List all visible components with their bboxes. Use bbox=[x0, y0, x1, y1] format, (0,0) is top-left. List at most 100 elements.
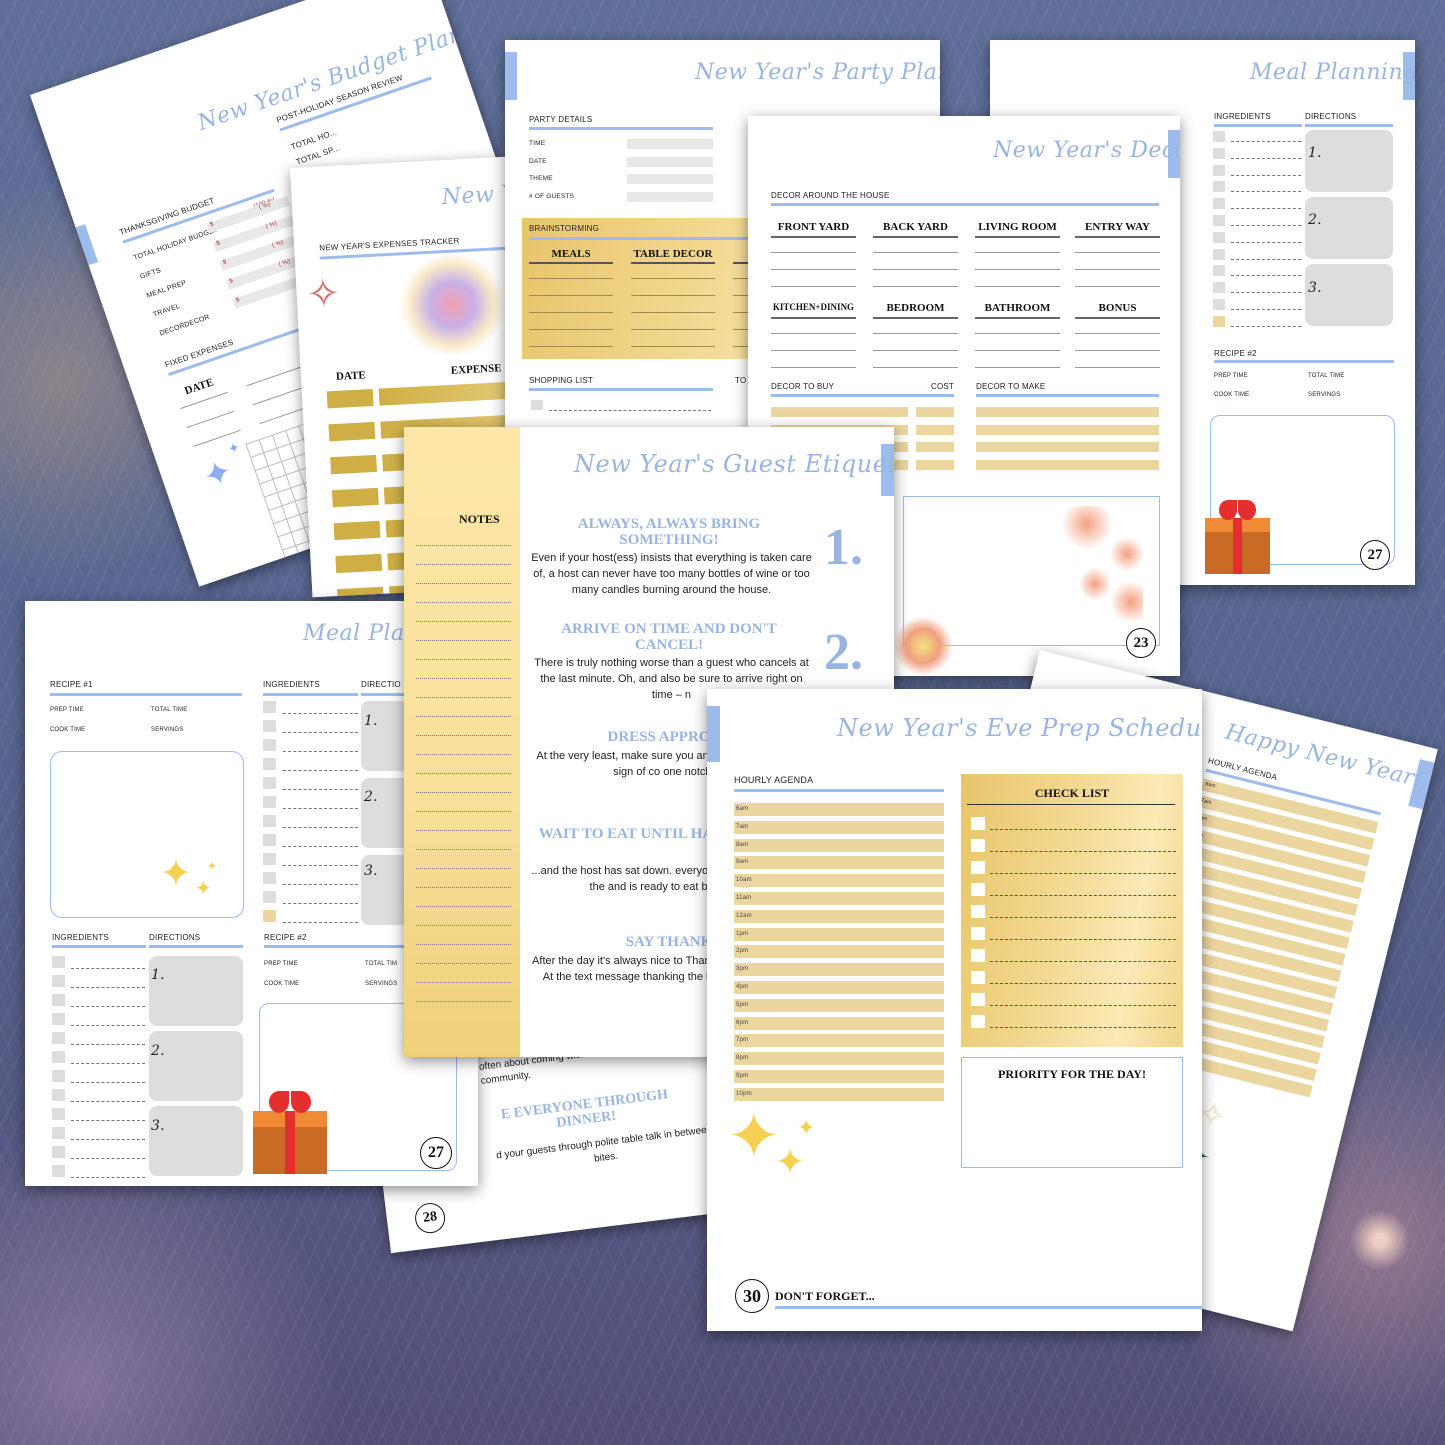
ingredient-checkbox[interactable] bbox=[263, 891, 276, 903]
hour-row[interactable]: 11am bbox=[734, 892, 944, 905]
ingredient-checkbox[interactable] bbox=[1213, 198, 1225, 210]
gift-icon bbox=[1205, 500, 1270, 575]
sparkle-icon: ✦ bbox=[160, 853, 192, 895]
checkbox[interactable] bbox=[971, 927, 985, 940]
ingredient-checkbox[interactable] bbox=[52, 956, 65, 968]
hour-label: 10pm bbox=[736, 1090, 752, 1097]
ingredient-checkbox[interactable] bbox=[52, 1108, 65, 1120]
date-cell bbox=[335, 553, 383, 574]
hour-row[interactable]: 7am bbox=[734, 820, 944, 834]
ingredient-checkbox[interactable] bbox=[263, 796, 276, 808]
ingredient-checkbox[interactable] bbox=[1213, 315, 1225, 327]
ingredient-checkbox[interactable] bbox=[1213, 164, 1225, 176]
party-field-input[interactable] bbox=[627, 156, 713, 167]
hour-label: 2pm bbox=[736, 948, 749, 955]
ingredient-checkbox[interactable] bbox=[263, 872, 276, 884]
checkbox[interactable] bbox=[971, 839, 985, 852]
sparkle-icon: ✦ bbox=[727, 1100, 781, 1172]
hour-row[interactable]: 2pm bbox=[734, 945, 944, 959]
checkbox[interactable] bbox=[971, 1015, 985, 1028]
hour-label: 4pm bbox=[736, 984, 749, 990]
prep-schedule-page: New Year's Eve Prep Schedule HOURLY AGEN… bbox=[707, 689, 1202, 1331]
hour-row[interactable]: 5pm bbox=[734, 998, 944, 1012]
sparkle-icon: ✦ bbox=[225, 438, 243, 458]
ingredient-checkbox[interactable] bbox=[52, 1013, 65, 1025]
hour-row[interactable]: 9pm bbox=[734, 1070, 944, 1083]
etiquette-heading: ARRIVE ON TIME AND DON'T CANCEL! bbox=[561, 621, 777, 653]
ingredient-checkbox[interactable] bbox=[263, 701, 276, 713]
ingredient-checkbox[interactable] bbox=[1213, 181, 1225, 193]
checkbox[interactable] bbox=[971, 971, 985, 984]
ingredient-checkbox[interactable] bbox=[52, 1089, 65, 1101]
room-heading: BACK YARD bbox=[883, 221, 948, 233]
decor-make-field bbox=[976, 442, 1159, 452]
party-field-input[interactable] bbox=[627, 139, 713, 149]
ingredient-checkbox[interactable] bbox=[52, 1070, 65, 1082]
hour-row[interactable]: 6am bbox=[734, 803, 944, 816]
page-title: Meal Planning bbox=[1250, 60, 1415, 85]
ingredient-checkbox[interactable] bbox=[1213, 248, 1225, 260]
hour-row[interactable]: 10am bbox=[734, 874, 944, 888]
checkbox[interactable] bbox=[971, 993, 985, 1006]
ingredient-checkbox[interactable] bbox=[52, 1165, 65, 1177]
ingredient-checkbox[interactable] bbox=[1213, 299, 1225, 310]
photo-frame bbox=[50, 751, 244, 918]
checkbox[interactable] bbox=[971, 905, 985, 918]
ingredient-checkbox[interactable] bbox=[263, 815, 276, 827]
ingredient-checkbox[interactable] bbox=[263, 758, 276, 770]
ingredient-checkbox[interactable] bbox=[1213, 282, 1225, 294]
hour-row[interactable]: 4pm bbox=[734, 981, 944, 994]
budget-row-label: GIFTS bbox=[139, 267, 163, 281]
room-heading: BEDROOM bbox=[886, 302, 945, 314]
ingredient-checkbox[interactable] bbox=[1213, 265, 1225, 277]
ingredient-checkbox[interactable] bbox=[263, 739, 276, 751]
ingredient-checkbox[interactable] bbox=[1213, 131, 1225, 142]
room-heading: BATHROOM bbox=[984, 302, 1051, 314]
sparkle-icon: ✧ bbox=[305, 271, 342, 318]
page-tab bbox=[75, 224, 99, 266]
budget-row-label: MEAL PREP bbox=[145, 279, 188, 300]
ingredient-checkbox[interactable] bbox=[52, 1032, 65, 1044]
ingredient-checkbox[interactable] bbox=[52, 994, 65, 1006]
hour-row[interactable]: 8am bbox=[734, 838, 944, 852]
hour-row[interactable]: 6pm bbox=[734, 1016, 944, 1030]
gift-icon bbox=[253, 1091, 327, 1176]
hour-row[interactable]: 1pm bbox=[734, 927, 944, 941]
page-title: New Year's Guest Etiquette bbox=[574, 450, 894, 478]
ingredient-checkbox[interactable] bbox=[263, 910, 276, 922]
hour-label: 9pm bbox=[736, 1073, 749, 1079]
hour-row[interactable]: 7pm bbox=[734, 1034, 944, 1048]
ingredient-checkbox[interactable] bbox=[52, 1127, 65, 1139]
ingredient-checkbox[interactable] bbox=[52, 1051, 65, 1063]
party-field-input[interactable] bbox=[627, 191, 713, 202]
decor-cost-field bbox=[916, 459, 954, 470]
hour-label: 8pm bbox=[736, 1055, 749, 1062]
ingredient-checkbox[interactable] bbox=[1213, 215, 1225, 226]
checkbox[interactable] bbox=[971, 949, 985, 962]
hour-row[interactable]: 8pm bbox=[734, 1052, 944, 1066]
sparkle-icon: ✦ bbox=[195, 878, 212, 900]
ingredient-checkbox[interactable] bbox=[263, 720, 276, 732]
field-label: DATE bbox=[529, 157, 547, 165]
ingredient-checkbox[interactable] bbox=[1213, 147, 1225, 159]
ingredient-checkbox[interactable] bbox=[52, 975, 65, 987]
etiquette-text: Even if your host(ess) insists that ever… bbox=[531, 552, 812, 596]
ingredient-checkbox[interactable] bbox=[52, 1146, 65, 1158]
hour-label: 7am bbox=[736, 823, 749, 830]
hour-row[interactable]: 12am bbox=[734, 909, 944, 923]
ingredient-checkbox[interactable] bbox=[1213, 231, 1225, 243]
hour-row[interactable]: 3pm bbox=[734, 963, 944, 977]
hour-row[interactable]: 10pm bbox=[734, 1087, 944, 1101]
budget-row-label: DECORDECOR bbox=[158, 313, 211, 338]
hour-label: 6pm bbox=[736, 1019, 749, 1026]
party-field-input[interactable] bbox=[627, 174, 713, 184]
ingredient-checkbox[interactable] bbox=[263, 777, 276, 789]
ingredient-checkbox[interactable] bbox=[263, 853, 276, 865]
decor-make-field bbox=[976, 459, 1159, 470]
checkbox[interactable] bbox=[971, 861, 985, 874]
checkbox[interactable] bbox=[971, 883, 985, 896]
ingredient-checkbox[interactable] bbox=[263, 834, 276, 846]
checkbox[interactable] bbox=[971, 817, 985, 830]
hour-row[interactable]: 9am bbox=[734, 856, 944, 870]
hour-label: 12am bbox=[736, 912, 752, 919]
